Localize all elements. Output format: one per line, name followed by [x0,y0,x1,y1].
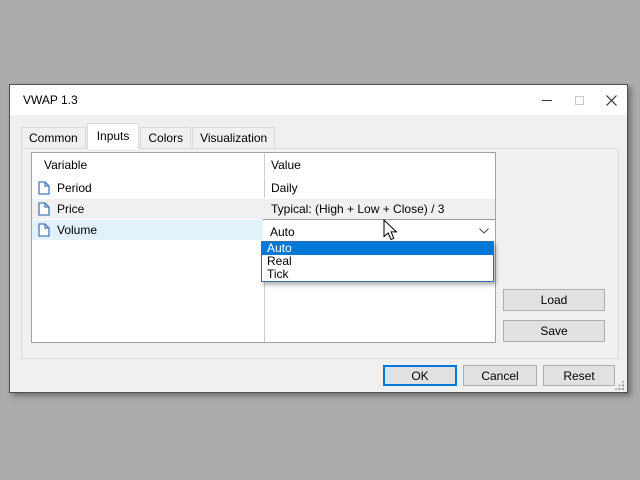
table-row-price[interactable]: Price Typical: (High + Low + Close) / 3 [32,198,495,219]
maximize-icon [574,95,584,105]
save-button[interactable]: Save [503,320,605,342]
tab-common[interactable]: Common [21,127,86,148]
tab-colors[interactable]: Colors [140,127,192,148]
row-label: Period [57,181,92,195]
tab-visualization-label: Visualization [200,131,268,145]
minimize-icon [541,99,552,101]
volume-combobox[interactable]: Auto [263,219,495,243]
price-variable-cell: Price [32,202,264,216]
chevron-down-icon [479,228,489,234]
close-button[interactable] [595,85,627,115]
period-variable-cell: Period [32,181,264,195]
maximize-button [563,85,595,115]
cancel-button[interactable]: Cancel [463,365,537,386]
combobox-value: Auto [270,224,295,239]
header-variable: Variable [44,158,88,172]
dropdown-option-tick[interactable]: Tick [262,268,493,281]
row-label: Volume [57,223,98,237]
tab-visualization[interactable]: Visualization [192,127,276,148]
minimize-button[interactable] [531,85,563,115]
dropdown-option-real[interactable]: Real [262,255,493,268]
row-label: Price [57,202,85,216]
ok-button[interactable]: OK [383,365,457,386]
tab-bar: Common Inputs Colors Visualization [21,123,276,149]
vwap-settings-dialog: VWAP 1.3 Common Inputs Colors Visualizat… [9,84,628,393]
reset-button[interactable]: Reset [543,365,615,386]
caption-buttons [531,85,627,115]
document-icon [38,223,50,237]
table-row-period[interactable]: Period Daily [32,177,495,198]
table-header-row: Variable Value [32,153,495,177]
header-value: Value [271,158,301,172]
tab-inputs[interactable]: Inputs [86,123,140,149]
tab-colors-label: Colors [148,131,184,145]
resize-grip-icon[interactable] [615,381,624,390]
document-icon [38,202,50,216]
period-value-cell: Daily [271,181,298,195]
tab-common-label: Common [29,131,78,145]
dropdown-option-auto[interactable]: Auto [262,242,493,255]
cursor-arrow-icon [383,219,398,241]
load-button[interactable]: Load [503,289,605,311]
document-icon [38,181,50,195]
titlebar[interactable]: VWAP 1.3 [10,85,627,115]
volume-dropdown-list: Auto Real Tick [261,241,494,282]
window-title: VWAP 1.3 [23,93,78,107]
volume-variable-cell: Volume [32,223,264,237]
price-value-cell: Typical: (High + Low + Close) / 3 [271,202,445,216]
close-icon [605,94,617,106]
tab-inputs-label: Inputs [96,129,130,143]
